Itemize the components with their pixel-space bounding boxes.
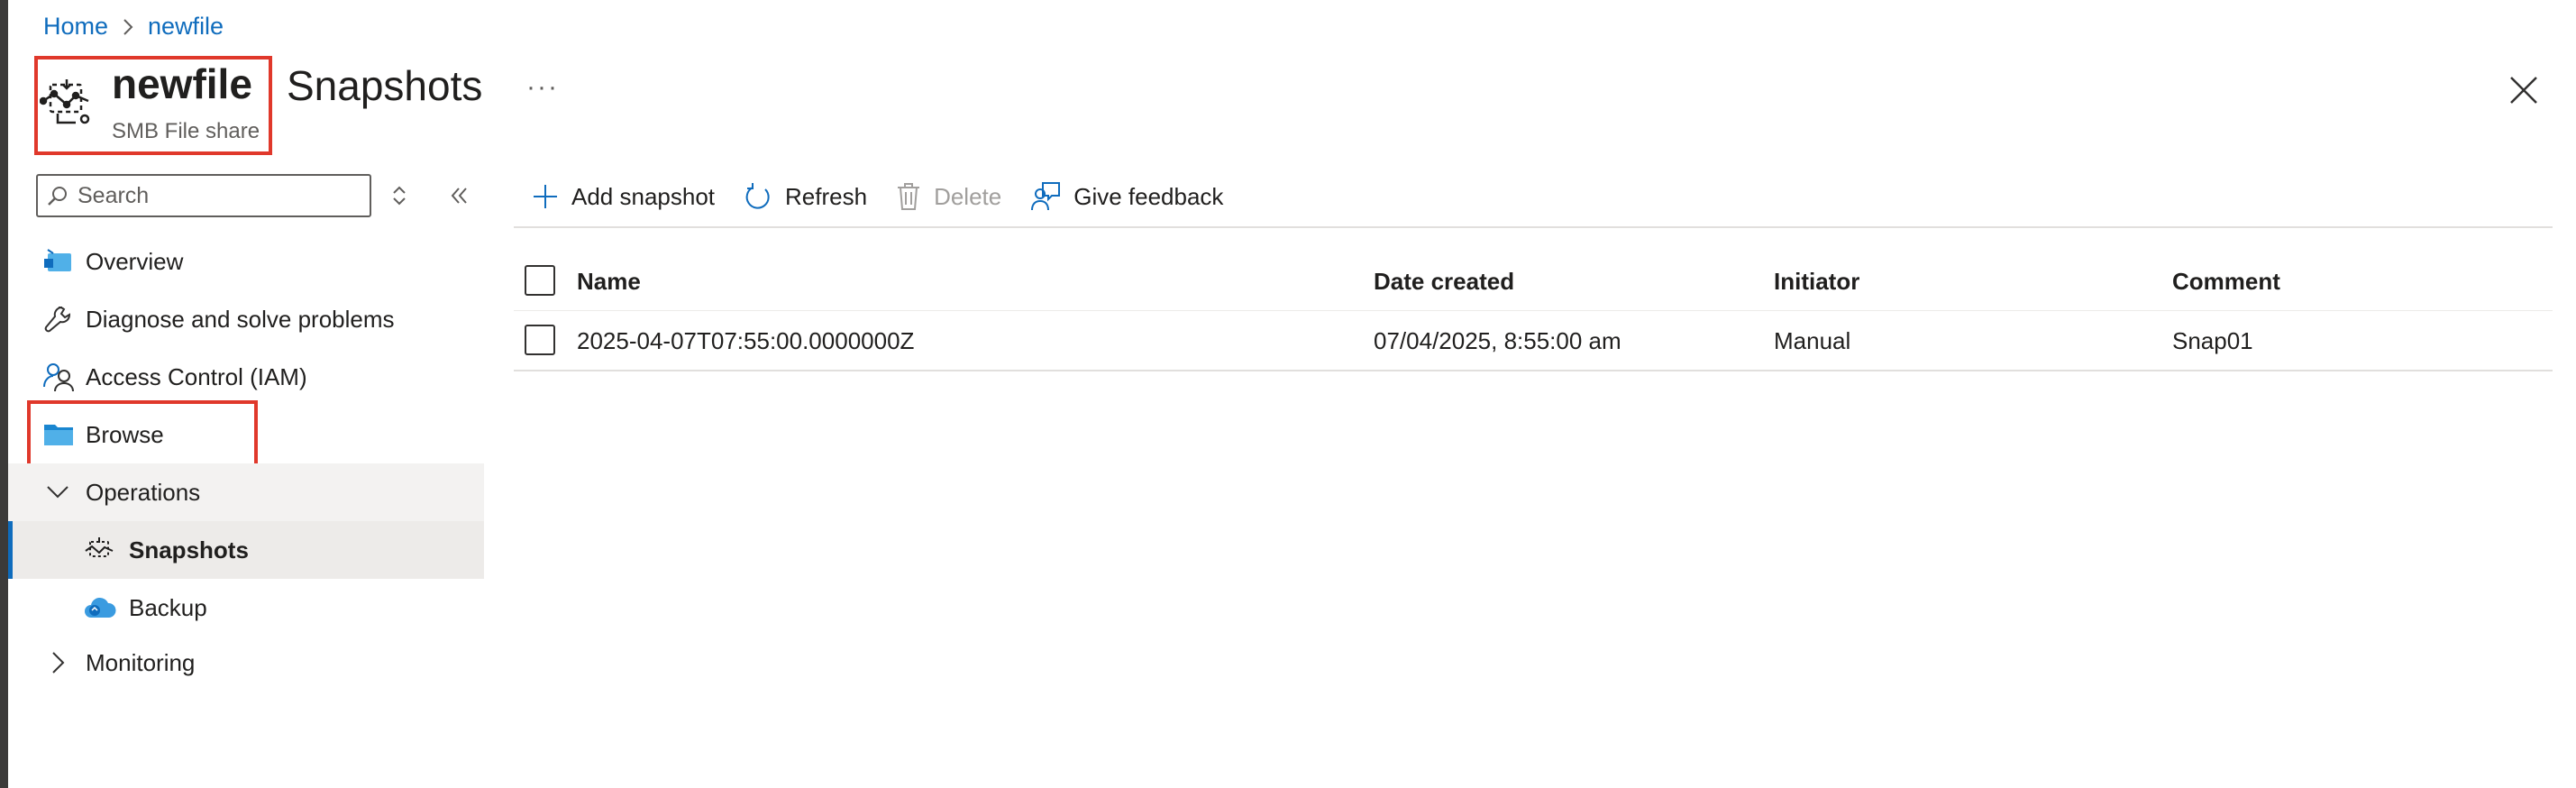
give-feedback-label: Give feedback: [1073, 182, 1224, 210]
select-all-checkbox[interactable]: [525, 265, 555, 296]
sidebar-group-monitoring[interactable]: Monitoring: [8, 634, 484, 692]
sidebar-item-label: Overview: [86, 247, 184, 275]
snapshot-icon: [84, 536, 114, 564]
snapshot-resource-icon: [39, 74, 94, 128]
page-title: Snapshots: [287, 62, 483, 109]
snapshot-initiator: Manual: [1774, 326, 1851, 354]
plus-icon: [532, 183, 559, 210]
sidebar-item-label: Browse: [86, 420, 164, 448]
chevron-right-icon: [123, 18, 133, 36]
folder-icon: [42, 421, 75, 448]
more-options-button[interactable]: ···: [526, 72, 559, 103]
sidebar-item-access-control[interactable]: Access Control (IAM): [8, 348, 484, 406]
sidebar-item-label: Monitoring: [86, 648, 196, 676]
give-feedback-button[interactable]: Give feedback: [1030, 181, 1223, 212]
toolbar-divider: [514, 226, 2553, 228]
sidebar-item-overview[interactable]: Overview: [8, 233, 484, 290]
table-header: Name Date created Initiator Comment: [514, 252, 2553, 311]
people-icon: [42, 362, 75, 392]
command-bar: Add snapshot Refresh Delete Give feedbac…: [532, 171, 1252, 222]
overview-icon: [42, 248, 73, 275]
sidebar-item-diagnose[interactable]: Diagnose and solve problems: [8, 290, 484, 348]
breadcrumb-current-link[interactable]: newfile: [148, 13, 224, 41]
search-input[interactable]: [78, 182, 348, 209]
chevron-right-icon: [51, 651, 66, 674]
selected-indicator: [8, 521, 13, 579]
column-header-name[interactable]: Name: [577, 252, 641, 310]
wrench-icon: [42, 304, 73, 334]
left-window-edge: [0, 0, 8, 788]
table-row[interactable]: 2025-04-07T07:55:00.0000000Z 07/04/2025,…: [514, 312, 2553, 371]
row-checkbox[interactable]: [525, 325, 555, 355]
search-box: [36, 174, 371, 217]
sidebar-item-label: Backup: [129, 593, 207, 621]
delete-label: Delete: [934, 182, 1002, 210]
resource-type: SMB File share: [112, 119, 260, 143]
refresh-icon: [744, 182, 772, 211]
backup-cloud-icon: [84, 594, 116, 621]
sidebar-item-label: Access Control (IAM): [86, 362, 307, 390]
sort-updown-icon[interactable]: [389, 183, 409, 213]
close-icon[interactable]: [2507, 74, 2540, 106]
breadcrumb: Home newfile: [43, 13, 224, 41]
search-icon: [47, 185, 69, 206]
collapse-sidebar-icon[interactable]: [447, 184, 470, 212]
sidebar-item-browse[interactable]: Browse: [8, 406, 484, 463]
breadcrumb-home-link[interactable]: Home: [43, 13, 108, 41]
snapshot-name: 2025-04-07T07:55:00.0000000Z: [577, 326, 915, 354]
column-header-date-created[interactable]: Date created: [1374, 252, 1514, 310]
column-header-comment[interactable]: Comment: [2172, 252, 2280, 310]
sidebar-group-operations[interactable]: Operations: [8, 463, 484, 521]
snapshot-date-created: 07/04/2025, 8:55:00 am: [1374, 326, 1621, 354]
delete-button[interactable]: Delete: [896, 182, 1001, 211]
sidebar-item-label: Snapshots: [129, 536, 249, 564]
sidebar-item-snapshots[interactable]: Snapshots: [8, 521, 484, 579]
resource-name: newfile: [112, 60, 252, 107]
sidebar-item-label: Diagnose and solve problems: [86, 305, 395, 333]
chevron-down-icon: [46, 485, 69, 499]
column-header-initiator[interactable]: Initiator: [1774, 252, 1859, 310]
sidebar-item-backup[interactable]: Backup: [8, 579, 484, 637]
refresh-button[interactable]: Refresh: [744, 182, 867, 211]
add-snapshot-label: Add snapshot: [571, 182, 716, 210]
feedback-icon: [1030, 181, 1061, 212]
sidebar-item-label: Operations: [86, 478, 201, 506]
refresh-label: Refresh: [785, 182, 868, 210]
trash-icon: [896, 182, 921, 211]
add-snapshot-button[interactable]: Add snapshot: [532, 183, 715, 211]
snapshot-comment: Snap01: [2172, 326, 2253, 354]
